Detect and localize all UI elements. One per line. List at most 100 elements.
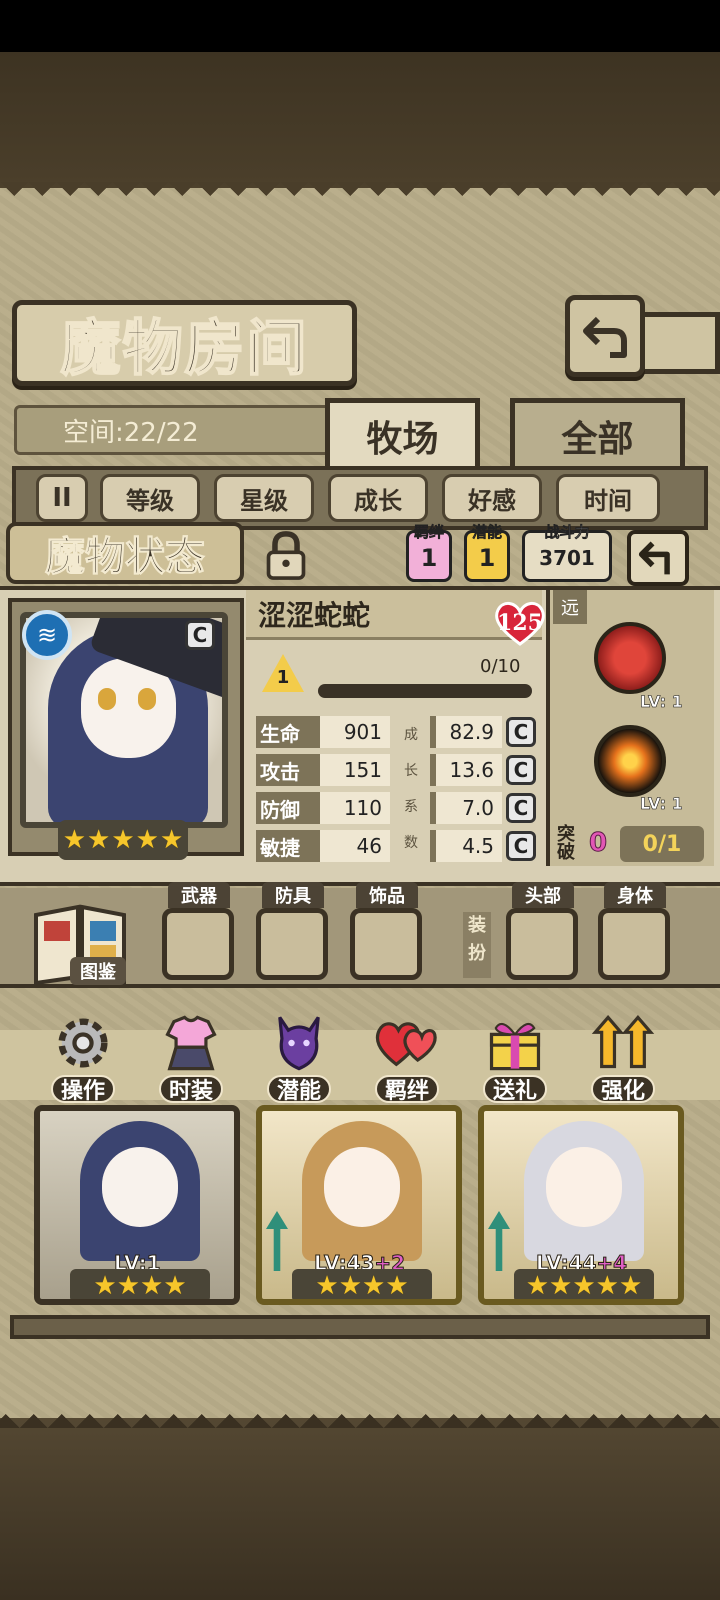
demon-silhouette-icon <box>261 1005 337 1081</box>
star-icon: ★ <box>159 825 184 855</box>
monster-grade-badge: C <box>185 620 215 650</box>
stat-name-attack: 攻击 <box>256 754 320 786</box>
tab-all[interactable]: 全部 <box>510 398 685 468</box>
potential-label: 潜能 <box>471 523 503 542</box>
room-title-plate: 魔物房间 <box>12 300 357 386</box>
bond-button[interactable]: 羁绊 <box>362 1005 452 1115</box>
star-icon: ★ <box>315 1271 339 1301</box>
card-portrait-face <box>324 1147 400 1227</box>
card-portrait-face <box>102 1147 178 1227</box>
back-button-tail <box>640 312 720 374</box>
growth-value-attack: 13.6 <box>430 754 502 786</box>
accessory-slot[interactable] <box>350 908 422 980</box>
stat-name-defense: 防御 <box>256 792 320 824</box>
red-serpent-skill-icon[interactable] <box>594 622 666 694</box>
star-icon: ★ <box>572 1271 596 1301</box>
costume-label: 时装 <box>158 1075 223 1104</box>
skill-level: LV: 1 <box>640 794 683 814</box>
armor-slot[interactable] <box>256 908 328 980</box>
costume-divider-label: 装扮 <box>463 912 491 978</box>
hearts-icon <box>369 1005 445 1081</box>
bond-label: 羁绊 <box>413 523 445 542</box>
slot-label-accessory: 饰品 <box>356 882 418 908</box>
costume-button[interactable]: 时装 <box>146 1005 236 1115</box>
slot-label-head: 头部 <box>512 882 574 908</box>
growth-label-char: 长 <box>404 763 418 779</box>
sort-star-button[interactable]: 星级 <box>214 474 314 522</box>
affection-value: 125 <box>497 610 543 636</box>
combat-power-value: 3701 <box>539 546 595 570</box>
monster-card-2[interactable]: LV:43+2 ★ ★ ★ ★ <box>256 1105 462 1305</box>
growth-label-char: 数 <box>404 835 418 851</box>
card-grid-frame <box>10 1315 710 1339</box>
stat-name-agility: 敏捷 <box>256 830 320 862</box>
star-icon: ★ <box>338 1271 362 1301</box>
operate-button[interactable]: 操作 <box>38 1005 128 1115</box>
breakthrough-label: 突破 <box>557 824 575 863</box>
star-icon: ★ <box>362 1271 386 1301</box>
status-bar <box>0 0 720 52</box>
star-icon: ★ <box>549 1271 573 1301</box>
weapon-slot[interactable] <box>162 908 234 980</box>
star-icon: ★ <box>385 1271 409 1301</box>
stat-value-agility: 46 <box>320 830 390 862</box>
monster-stars: ★ ★ ★ ★ ★ <box>58 820 188 860</box>
star-icon: ★ <box>93 1271 117 1301</box>
portrait-eye-left <box>98 688 116 710</box>
stat-value-attack: 151 <box>320 754 390 786</box>
potential-badge: 潜能 1 <box>464 523 510 582</box>
water-element-icon: ≋ <box>22 610 72 660</box>
exp-text: 0/10 <box>480 656 521 677</box>
growth-label-char: 系 <box>404 799 418 815</box>
monster-card-1[interactable]: LV:1 ★ ★ ★ ★ <box>34 1105 240 1305</box>
growth-grade-attack: C <box>506 755 536 785</box>
slot-label-armor: 防具 <box>262 882 324 908</box>
gift-label: 送礼 <box>482 1075 547 1104</box>
head-slot[interactable] <box>506 908 578 980</box>
star-icon: ★ <box>595 1271 619 1301</box>
combat-power-label: 战斗力 <box>544 523 590 542</box>
monster-status-title: 魔物状态 <box>45 534 206 581</box>
star-icon: ★ <box>618 1271 643 1301</box>
fire-burst-skill-icon[interactable] <box>594 725 666 797</box>
exit-room-button[interactable] <box>565 295 645 377</box>
slot-label-weapon: 武器 <box>168 882 230 908</box>
monster-card-3[interactable]: LV:44+4 ★ ★ ★ ★ ★ <box>478 1105 684 1305</box>
enhance-button[interactable]: 强化 <box>578 1005 668 1115</box>
close-status-button[interactable] <box>627 530 689 586</box>
card-stars: ★ ★ ★ ★ ★ <box>514 1269 654 1301</box>
operate-label: 操作 <box>50 1075 115 1104</box>
sort-time-button[interactable]: 时间 <box>556 474 660 522</box>
bestiary-label: 图鉴 <box>70 957 126 985</box>
growth-value-hp: 82.9 <box>430 716 502 748</box>
potential-button[interactable]: 潜能 <box>254 1005 344 1115</box>
stat-value-defense: 110 <box>320 792 390 824</box>
space-indicator: 空间:22/22 <box>14 405 344 455</box>
affection-heart: 125 <box>494 600 546 646</box>
sort-affection-button[interactable]: 好感 <box>442 474 542 522</box>
growth-value-defense: 7.0 <box>430 792 502 824</box>
costume-icon <box>153 1005 229 1081</box>
star-icon: ★ <box>62 825 87 855</box>
tab-ranch[interactable]: 牧场 <box>325 398 480 468</box>
star-icon: ★ <box>163 1271 187 1301</box>
torn-edge-bottom <box>0 1400 720 1428</box>
growth-value-agility: 4.5 <box>430 830 502 862</box>
sort-level-button[interactable]: 等级 <box>100 474 200 522</box>
gift-button[interactable]: 送礼 <box>470 1005 560 1115</box>
growth-grade-defense: C <box>506 793 536 823</box>
sort-growth-button[interactable]: 成长 <box>328 474 428 522</box>
gear-icon <box>45 1005 121 1081</box>
return-arrow-icon <box>638 541 670 575</box>
growth-grade-hp: C <box>506 717 536 747</box>
skill-level: LV: 1 <box>640 692 683 712</box>
body-slot[interactable] <box>598 908 670 980</box>
lock-button[interactable] <box>256 528 316 584</box>
up-arrows-icon <box>585 1005 661 1081</box>
star-icon: ★ <box>525 1271 550 1301</box>
potential-label: 潜能 <box>266 1075 331 1104</box>
gift-box-icon <box>477 1005 553 1081</box>
potential-value: 1 <box>478 544 496 572</box>
bond-label: 羁绊 <box>374 1075 439 1104</box>
sort-order-toggle[interactable]: II <box>36 474 88 522</box>
